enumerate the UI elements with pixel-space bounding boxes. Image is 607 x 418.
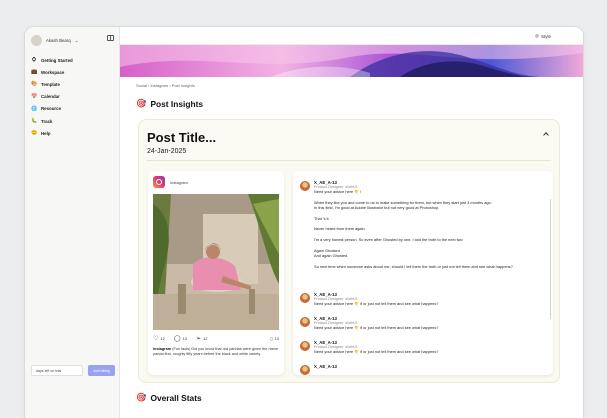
saves-stat[interactable]: ▯ 13 — [270, 336, 279, 341]
trial-days-text: days left on trial — [31, 365, 83, 376]
avatar — [300, 317, 310, 327]
sidebar-item-label: Resource — [41, 106, 62, 112]
send-icon: ➢ — [196, 336, 202, 342]
avatar — [31, 35, 42, 46]
comment-item: X_AE_A-13 — [300, 364, 540, 375]
comment-line: Need your advice here 👇 if or just not t… — [314, 349, 439, 354]
user-name: Akash Bearq — [46, 38, 71, 43]
caption-text: (Fun facts) Did you know that red pandas… — [153, 347, 278, 357]
post-card: Post Title... 24-Jan-2025 Instagram ♡ 12… — [138, 119, 560, 383]
comment-line: So next time when someone asks about me,… — [314, 263, 513, 269]
sidebar-item-label: Track — [41, 118, 53, 124]
comment-item: X_AE_A-13 Product Designer, slothUI Need… — [300, 180, 540, 269]
chevron-down-icon: ⌄ — [74, 37, 79, 43]
comment-line: Need your advice here 👇 if or just not t… — [314, 325, 439, 330]
shares-stat[interactable]: ➢ 12 — [196, 335, 207, 342]
style-button[interactable]: ◎ Style — [535, 33, 551, 39]
likes-stat[interactable]: ♡ 12 — [153, 335, 165, 342]
sidebar-toggle-icon[interactable] — [107, 35, 114, 41]
chevron-up-icon[interactable] — [543, 132, 549, 138]
overall-stats-heading: 🎯 Overall Stats — [136, 392, 202, 403]
template-icon: 🎨 — [31, 81, 38, 88]
post-caption: Instagram (Fun facts) Did you know that … — [153, 347, 279, 357]
post-title: Post Title... — [147, 130, 217, 145]
sidebar-item-workspace[interactable]: 💼 Workspace — [31, 66, 115, 78]
help-icon: 😊 — [31, 130, 38, 137]
workspace-icon: 💼 — [31, 69, 38, 76]
sidebar-item-resource[interactable]: 🌐 Resource — [31, 103, 115, 115]
sidebar-item-label: Template — [41, 81, 60, 87]
style-label: Style — [540, 33, 551, 39]
saves-count: 13 — [274, 336, 279, 341]
post-stats: ♡ 12 ◯ 13 ➢ 12 ▯ 13 — [153, 335, 279, 342]
comment-item: X_AE_A-13 Product Designer, slothUI Need… — [300, 340, 540, 355]
trial-banner: days left on trial Add billing — [31, 365, 115, 376]
app-window: Akash Bearq ⌄ ⛭ Getting Started 💼 Worksp… — [25, 27, 583, 418]
avatar — [300, 365, 310, 375]
target-icon: 🎯 — [136, 392, 147, 402]
avatar — [300, 293, 310, 303]
post-photo — [153, 194, 279, 330]
comments-panel: X_AE_A-13 Product Designer, slothUI Need… — [293, 171, 553, 375]
comment-item: X_AE_A-13 Product Designer, slothUI Need… — [300, 316, 540, 331]
avatar — [300, 181, 310, 191]
instagram-label: Instagram — [170, 179, 188, 185]
post-insights-heading: 🎯 Post Insights — [136, 98, 203, 109]
user-menu[interactable]: Akash Bearq ⌄ — [31, 35, 78, 46]
instagram-icon — [153, 176, 165, 188]
post-insights-title: Post Insights — [150, 98, 204, 109]
sidebar-item-label: Calendar — [41, 94, 60, 100]
sidebar-item-calendar[interactable]: 📅 Calendar — [31, 91, 115, 103]
sidebar-nav: ⛭ Getting Started 💼 Workspace 🎨 Template… — [31, 54, 115, 139]
post-image — [153, 194, 279, 330]
sidebar-item-template[interactable]: 🎨 Template — [31, 78, 115, 90]
bookmark-icon: ▯ — [270, 336, 273, 341]
heart-icon: ♡ — [153, 336, 159, 342]
divider — [147, 160, 551, 161]
comment-icon: ◯ — [173, 336, 181, 342]
shares-count: 12 — [203, 336, 208, 341]
instagram-post-preview: Instagram ♡ 12 ◯ 13 ➢ 12 ▯ 13 Instagram … — [148, 171, 284, 375]
track-icon: 🐛 — [31, 118, 38, 125]
avatar — [300, 341, 310, 351]
cover-image — [120, 45, 583, 77]
sidebar-item-label: Getting Started — [41, 57, 73, 63]
post-date: 24-Jan-2025 — [147, 148, 187, 155]
sidebar-item-label: Workspace — [41, 69, 65, 75]
comment-item: X_AE_A-13 Product Designer, slothUI Need… — [300, 292, 540, 307]
caption-user: Instagram — [153, 347, 172, 351]
sidebar: Akash Bearq ⌄ ⛭ Getting Started 💼 Worksp… — [25, 27, 120, 418]
comment-author: X_AE_A-13 — [314, 364, 337, 369]
comment-line: Need your advice here 👇 if or just not t… — [314, 301, 439, 306]
add-billing-button[interactable]: Add billing — [88, 365, 115, 376]
calendar-icon: 📅 — [31, 93, 38, 100]
cover-banner — [120, 45, 583, 77]
comments-stat[interactable]: ◯ 13 — [174, 335, 187, 342]
breadcrumb: Social › Instagram › Post Insights — [136, 83, 195, 88]
topbar: ◎ Style — [120, 27, 583, 45]
sidebar-item-getting-started[interactable]: ⛭ Getting Started — [31, 54, 115, 66]
comments-count: 13 — [182, 336, 188, 341]
comments-scrollbar[interactable] — [549, 199, 551, 319]
sidebar-item-help[interactable]: 😊 Help — [31, 127, 115, 139]
instagram-header: Instagram — [153, 176, 188, 188]
target-icon: 🎯 — [136, 98, 147, 108]
main-content: ◎ Style Social › Instagram › Post Insigh… — [120, 27, 583, 418]
resource-icon: 🌐 — [31, 105, 38, 112]
palette-icon: ◎ — [535, 33, 539, 38]
getting-started-icon: ⛭ — [31, 57, 36, 64]
likes-count: 12 — [160, 336, 165, 341]
overall-stats-title: Overall Stats — [150, 392, 202, 403]
sidebar-item-track[interactable]: 🐛 Track — [31, 115, 115, 127]
sidebar-item-label: Help — [41, 130, 51, 136]
